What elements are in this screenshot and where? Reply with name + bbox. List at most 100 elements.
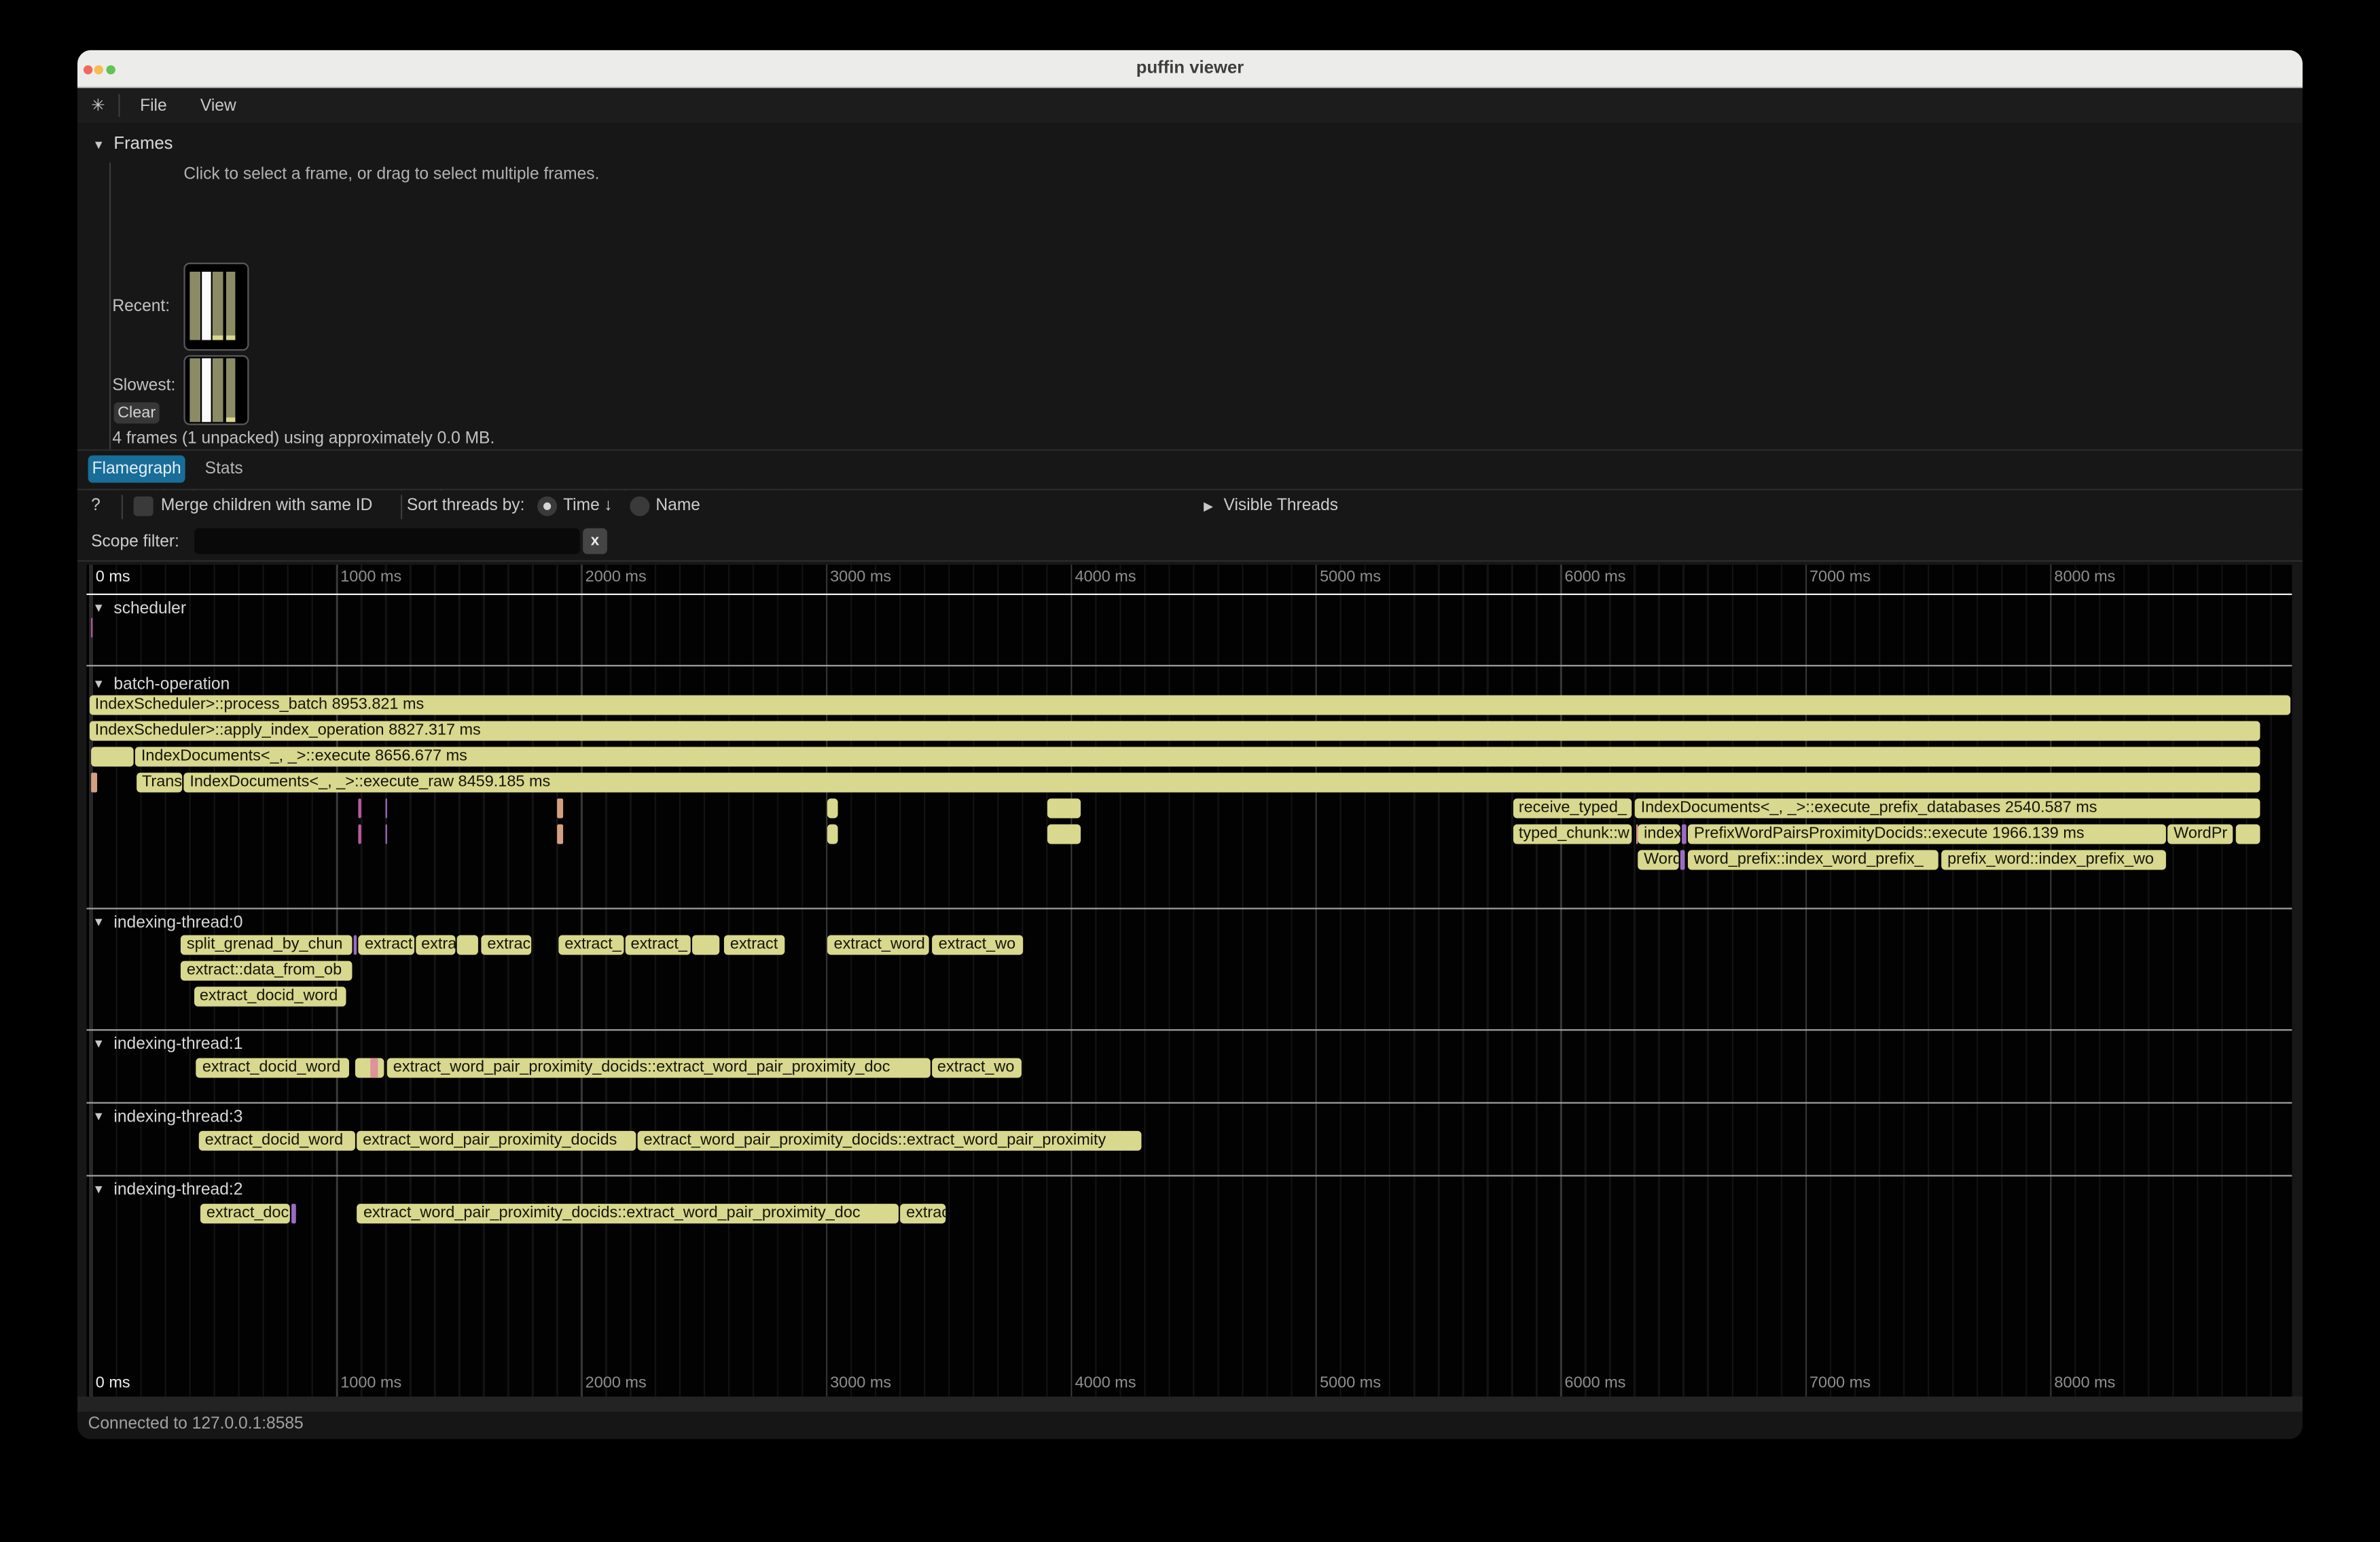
flamegraph-bar[interactable]: extract xyxy=(359,934,414,954)
flamegraph-bar[interactable]: extract_ xyxy=(625,934,690,954)
flamegraph-bar[interactable]: extract::data_from_ob xyxy=(181,960,353,980)
menu-view[interactable]: View xyxy=(183,96,253,115)
flamegraph-bar[interactable]: extract_word_pair_proximity_docids::extr… xyxy=(638,1130,1142,1150)
axis-tick-label: 8000 ms xyxy=(2054,568,2115,586)
flamegraph-bar[interactable]: typed_chunk::w xyxy=(1513,823,1631,843)
clear-filter-button[interactable]: x xyxy=(583,528,607,554)
sort-time-radio[interactable] xyxy=(537,497,557,516)
flamegraph-bar[interactable]: IndexDocuments<_, _>::execute_raw 8459.1… xyxy=(183,772,2259,791)
thread-header[interactable]: ▼indexing-thread:0 xyxy=(92,912,242,932)
radio-dot xyxy=(543,503,551,510)
flamegraph-bar[interactable] xyxy=(1047,797,1081,817)
frame-bar[interactable] xyxy=(226,358,236,421)
flamegraph-bar[interactable] xyxy=(1680,849,1684,869)
flamegraph-bar[interactable]: receive_typed_ xyxy=(1513,797,1631,817)
flamegraph-bar[interactable]: extract_docid_word xyxy=(196,1057,349,1077)
flamegraph-bar[interactable]: Word xyxy=(1638,849,1678,869)
menu-file[interactable]: File xyxy=(123,96,183,115)
frames-collapsible-header[interactable]: ▼ Frames xyxy=(92,135,173,154)
frame-bar[interactable] xyxy=(226,272,236,339)
triangle-down-icon: ▼ xyxy=(92,1183,105,1196)
flamegraph-bar[interactable]: IndexScheduler>::process_batch 8953.821 … xyxy=(89,694,2290,714)
flamegraph-bar[interactable]: prefix_word::index_prefix_wo xyxy=(1941,849,2166,869)
flamegraph-bar[interactable]: extract_docid_word xyxy=(199,1130,355,1150)
thread-header[interactable]: ▼scheduler xyxy=(92,598,186,617)
visible-threads-header[interactable]: ▶ Visible Threads xyxy=(1204,497,1338,515)
flamegraph-bar[interactable]: extract_doc xyxy=(200,1203,289,1223)
flamegraph-bar[interactable] xyxy=(557,823,562,843)
flamegraph-bar[interactable] xyxy=(354,934,357,954)
thread-separator xyxy=(86,907,2292,908)
sort-name-label[interactable]: Name xyxy=(655,497,700,515)
thread-header[interactable]: ▼batch-operation xyxy=(92,674,230,694)
flamegraph-bar[interactable]: WordPr xyxy=(2167,823,2233,843)
flamegraph-bar[interactable]: index xyxy=(1638,823,1680,843)
flamegraph-bar[interactable]: PrefixWordPairsProximityDocids::execute … xyxy=(1688,823,2166,843)
flamegraph-bar[interactable]: extract_word_pair_proximity_docids::extr… xyxy=(357,1203,899,1223)
flamegraph-bar[interactable] xyxy=(557,797,562,817)
flamegraph-bar[interactable]: extract_wo xyxy=(931,1057,1021,1077)
flamegraph-bar[interactable] xyxy=(357,823,360,843)
theme-toggle-icon[interactable]: ✳ xyxy=(91,96,105,115)
flamegraph-bar[interactable] xyxy=(827,797,838,817)
tab-stats[interactable]: Stats xyxy=(205,455,243,482)
tab-flamegraph[interactable]: Flamegraph xyxy=(88,455,185,482)
axis-tick-label: 4000 ms xyxy=(1075,568,1136,586)
flamegraph-bar[interactable] xyxy=(91,772,97,791)
indent-guide xyxy=(109,162,110,475)
thread-header[interactable]: ▼indexing-thread:3 xyxy=(92,1107,242,1126)
flamegraph-bar[interactable] xyxy=(1047,823,1081,843)
scope-filter-input[interactable] xyxy=(194,528,580,554)
title-bar[interactable]: puffin viewer xyxy=(77,50,2303,88)
flamegraph-bar[interactable]: extract_word xyxy=(828,934,930,954)
flamegraph-bar[interactable]: extract_word_pair_proximity_docids xyxy=(357,1130,636,1150)
flamegraph-bar[interactable]: word_prefix::index_word_prefix_ xyxy=(1688,849,1939,869)
flamegraph-bar[interactable] xyxy=(457,934,477,954)
flamegraph-bar[interactable] xyxy=(1682,823,1686,843)
flamegraph-bar[interactable]: extrac xyxy=(900,1203,945,1223)
thread-header[interactable]: ▼indexing-thread:2 xyxy=(92,1179,242,1199)
flamegraph-bar[interactable]: Trans xyxy=(136,772,181,791)
merge-children-checkbox[interactable] xyxy=(134,497,154,516)
frame-bar[interactable] xyxy=(190,358,200,421)
clear-button[interactable]: Clear xyxy=(114,401,160,423)
flamegraph-bar[interactable] xyxy=(384,797,386,817)
sort-direction-arrow-icon[interactable]: ↓ xyxy=(604,497,612,515)
thread-header[interactable]: ▼indexing-thread:1 xyxy=(92,1034,242,1054)
flamegraph-bar[interactable]: extract_wo xyxy=(933,934,1023,954)
flamegraph-canvas[interactable]: 0 ms1000 ms2000 ms3000 ms4000 ms5000 ms6… xyxy=(86,564,2292,1397)
flamegraph-bar[interactable] xyxy=(827,823,838,843)
frames-panel: ▼ Frames Click to select a frame, or dra… xyxy=(77,123,2303,449)
flamegraph-bar[interactable]: split_grenad_by_chun xyxy=(181,934,353,954)
frame-bar[interactable] xyxy=(213,358,223,421)
flamegraph-bar[interactable] xyxy=(371,1057,378,1077)
frame-bar[interactable] xyxy=(213,272,223,339)
flamegraph-bar[interactable] xyxy=(91,746,132,766)
sort-name-radio[interactable] xyxy=(630,497,649,516)
flamegraph-bar[interactable] xyxy=(384,823,386,843)
sort-time-label[interactable]: Time xyxy=(563,497,600,515)
axis-tick-label: 1000 ms xyxy=(340,1374,401,1392)
help-icon[interactable]: ? xyxy=(91,497,101,515)
flamegraph-bar[interactable]: IndexDocuments<_, _>::execute_prefix_dat… xyxy=(1635,797,2260,817)
flamegraph-bar[interactable] xyxy=(2235,823,2260,843)
flamegraph-bar[interactable]: IndexScheduler>::apply_index_operation 8… xyxy=(89,720,2260,740)
flamegraph-bar[interactable] xyxy=(291,1203,295,1223)
flamegraph-bar[interactable]: extrac xyxy=(481,934,531,954)
frame-bar-selected[interactable] xyxy=(201,358,211,421)
visible-threads-label: Visible Threads xyxy=(1224,497,1339,515)
flamegraph-bar[interactable]: extract_word_pair_proximity_docids::extr… xyxy=(387,1057,930,1077)
flamegraph-bar[interactable]: extract xyxy=(724,934,785,954)
flamegraph-bar[interactable]: extra xyxy=(415,934,455,954)
flamegraph-bar[interactable]: IndexDocuments<_, _>::execute 8656.677 m… xyxy=(135,746,2259,766)
frame-bar-selected[interactable] xyxy=(201,272,211,339)
flamegraph-bar[interactable] xyxy=(357,797,360,817)
flamegraph-bar[interactable]: extract_docid_word xyxy=(194,986,346,1005)
flamegraph-bar[interactable]: extract_ xyxy=(558,934,624,954)
recent-frames-thumbnail[interactable] xyxy=(183,263,248,350)
slowest-frames-thumbnail[interactable] xyxy=(183,355,248,425)
frame-bar[interactable] xyxy=(190,272,200,339)
flamegraph-bar[interactable] xyxy=(355,1057,384,1077)
flamegraph-bar[interactable] xyxy=(90,618,92,638)
flamegraph-bar[interactable] xyxy=(691,934,719,954)
